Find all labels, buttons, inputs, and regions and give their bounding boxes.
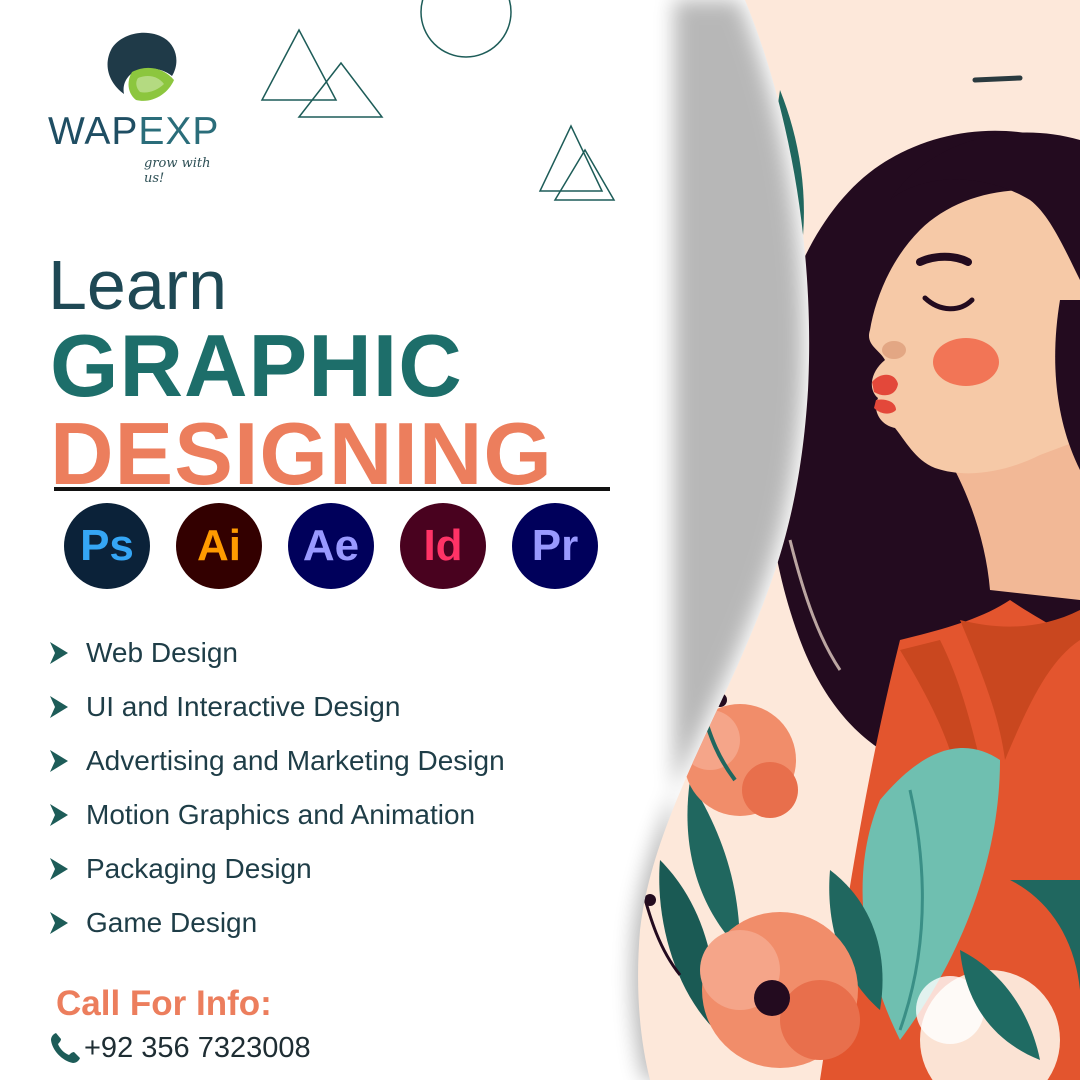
brand-logo: WAPEXP grow with us! <box>44 28 234 186</box>
phone-contact[interactable]: +92 356 7323008 <box>48 1030 311 1066</box>
chevron-right-icon <box>50 750 68 772</box>
service-label: UI and Interactive Design <box>86 691 401 722</box>
services-list: Web Design UI and Interactive Design Adv… <box>46 626 505 950</box>
brand-name: WAPEXP <box>48 110 220 153</box>
chevron-right-icon <box>50 642 68 664</box>
phone-icon <box>51 1033 80 1063</box>
list-item: Advertising and Marketing Design <box>46 734 505 788</box>
chevron-right-icon <box>50 858 68 880</box>
service-label: Advertising and Marketing Design <box>86 745 505 776</box>
list-item: UI and Interactive Design <box>46 680 505 734</box>
indesign-icon: Id <box>400 503 486 589</box>
chevron-right-icon <box>50 696 68 718</box>
after-effects-icon: Ae <box>288 503 374 589</box>
list-item: Motion Graphics and Animation <box>46 788 505 842</box>
logo-mark-icon <box>107 32 177 101</box>
brand-tagline: grow with us! <box>144 156 211 186</box>
list-item: Packaging Design <box>46 842 505 896</box>
premiere-icon: Pr <box>512 503 598 589</box>
photoshop-icon: Ps <box>64 503 150 589</box>
illustrator-icon: Ai <box>176 503 262 589</box>
service-label: Web Design <box>86 637 239 668</box>
list-item: Web Design <box>46 626 505 680</box>
heading-graphic: GRAPHIC <box>50 316 463 415</box>
phone-number: +92 356 7323008 <box>84 1031 311 1064</box>
service-label: Motion Graphics and Animation <box>86 799 476 830</box>
service-label: Game Design <box>86 907 258 938</box>
chevron-right-icon <box>50 804 68 826</box>
list-item: Game Design <box>46 896 505 950</box>
heading-learn: Learn <box>48 246 228 324</box>
heading-underline <box>54 487 610 491</box>
service-label: Packaging Design <box>86 853 312 884</box>
poster: WAPEXP grow with us! Learn GRAPHIC DESIG… <box>0 0 1080 1080</box>
heading-designing: DESIGNING <box>50 404 553 503</box>
call-for-info-label: Call For Info: <box>56 984 272 1023</box>
chevron-right-icon <box>50 912 68 934</box>
